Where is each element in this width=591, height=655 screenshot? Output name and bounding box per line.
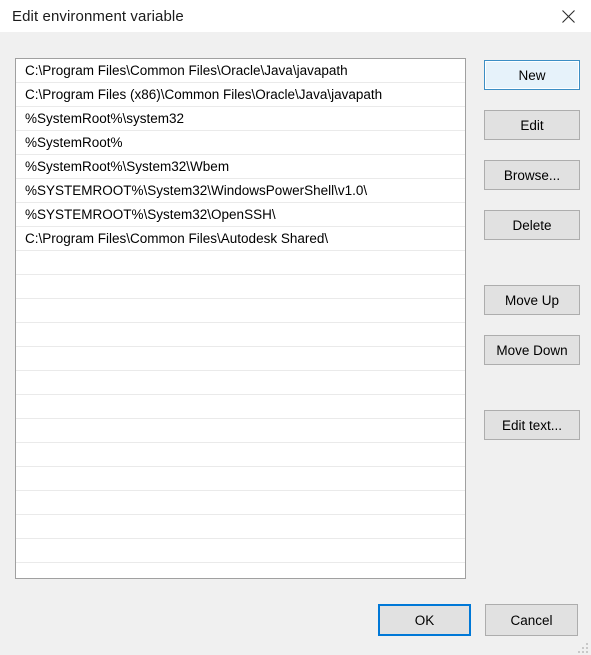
list-item-empty[interactable] bbox=[16, 419, 465, 443]
move-down-button[interactable]: Move Down bbox=[484, 335, 580, 365]
list-item-empty[interactable] bbox=[16, 347, 465, 371]
list-item[interactable]: %SYSTEMROOT%\System32\WindowsPowerShell\… bbox=[16, 179, 465, 203]
list-item-empty[interactable] bbox=[16, 323, 465, 347]
list-item[interactable]: C:\Program Files\Common Files\Oracle\Jav… bbox=[16, 59, 465, 83]
ok-button[interactable]: OK bbox=[378, 604, 471, 636]
window-title: Edit environment variable bbox=[12, 7, 184, 25]
list-item-empty[interactable] bbox=[16, 443, 465, 467]
list-item[interactable]: C:\Program Files\Common Files\Autodesk S… bbox=[16, 227, 465, 251]
delete-button[interactable]: Delete bbox=[484, 210, 580, 240]
list-item-empty[interactable] bbox=[16, 539, 465, 563]
edit-button[interactable]: Edit bbox=[484, 110, 580, 140]
list-item[interactable]: %SystemRoot%\System32\Wbem bbox=[16, 155, 465, 179]
edit-text-button[interactable]: Edit text... bbox=[484, 410, 580, 440]
list-item-empty[interactable] bbox=[16, 515, 465, 539]
list-item-empty[interactable] bbox=[16, 251, 465, 275]
list-item[interactable]: C:\Program Files (x86)\Common Files\Orac… bbox=[16, 83, 465, 107]
new-button[interactable]: New bbox=[484, 60, 580, 90]
list-item-empty[interactable] bbox=[16, 371, 465, 395]
list-item-empty[interactable] bbox=[16, 395, 465, 419]
list-item-empty[interactable] bbox=[16, 299, 465, 323]
path-list[interactable]: C:\Program Files\Common Files\Oracle\Jav… bbox=[15, 58, 466, 579]
list-item-empty[interactable] bbox=[16, 491, 465, 515]
list-item-empty[interactable] bbox=[16, 275, 465, 299]
move-up-button[interactable]: Move Up bbox=[484, 285, 580, 315]
list-item[interactable]: %SystemRoot% bbox=[16, 131, 465, 155]
list-item[interactable]: %SYSTEMROOT%\System32\OpenSSH\ bbox=[16, 203, 465, 227]
title-bar: Edit environment variable bbox=[0, 0, 591, 32]
browse-button[interactable]: Browse... bbox=[484, 160, 580, 190]
list-item[interactable]: %SystemRoot%\system32 bbox=[16, 107, 465, 131]
resize-grip-icon[interactable] bbox=[576, 641, 588, 653]
list-item-empty[interactable] bbox=[16, 467, 465, 491]
dialog-body: C:\Program Files\Common Files\Oracle\Jav… bbox=[0, 32, 591, 655]
close-button[interactable] bbox=[545, 1, 591, 32]
cancel-button[interactable]: Cancel bbox=[485, 604, 578, 636]
close-icon bbox=[561, 9, 575, 23]
